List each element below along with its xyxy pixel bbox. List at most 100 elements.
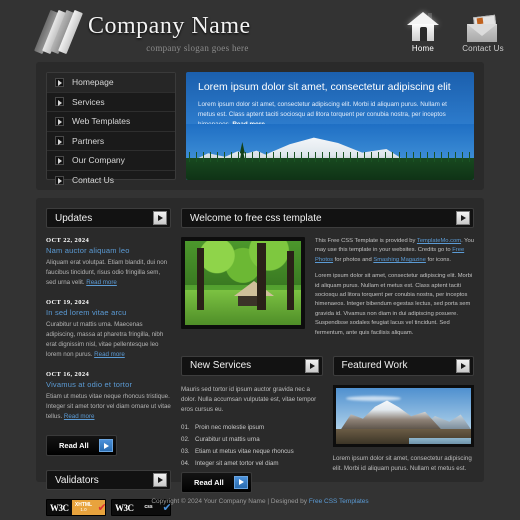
new-services-intro: Mauris sed tortor id ipsum auctor gravid…: [181, 385, 317, 413]
snow-capped-mountain-photo: [332, 384, 474, 447]
updates-more-button[interactable]: [153, 211, 167, 225]
new-services-list: 01. Proin nec molestie ipsum 02. Curabitur…: [181, 422, 323, 470]
menu-item-our-company[interactable]: Our Company: [47, 151, 175, 171]
topnav-item-home[interactable]: Home: [400, 6, 446, 53]
menu-label: Our Company: [72, 155, 125, 166]
update-body: Aliquam erat volutpat. Etiam blandit, du…: [46, 258, 171, 288]
update-date: OCT 16, 2024: [46, 371, 90, 379]
play-arrow-icon: [98, 439, 113, 453]
menu-label: Web Templates: [72, 116, 131, 127]
update-body: Etiam ut metus vitae neque rhoncus trist…: [46, 392, 171, 422]
company-slogan: company slogan goes here: [146, 43, 249, 53]
chevron-right-icon: [55, 77, 64, 87]
smashing-magazine-link[interactable]: Smashing Magazine: [373, 257, 426, 263]
read-all-label: Read All: [194, 477, 224, 487]
left-column: Updates OCT 22, 2024 Nam auctor aliquam …: [46, 208, 171, 517]
update-read-more[interactable]: Read more: [94, 351, 125, 358]
main-menu: Homepage Services Web Templates Partners…: [46, 72, 176, 185]
credit-text-1: This Free CSS Template is provided by: [315, 238, 417, 244]
list-item-text: Curabitur ut mattis urna: [195, 436, 260, 444]
list-item-number: 03.: [181, 448, 190, 456]
chevron-right-icon: [55, 175, 64, 185]
read-all-label: Read All: [59, 441, 89, 451]
green-park-gazebo-photo: [181, 237, 305, 329]
menu-item-partners[interactable]: Partners: [47, 132, 175, 151]
w3c-xhtml-badge[interactable]: W3C XHTML 1.0 ✔: [46, 499, 106, 517]
new-services-header: New Services: [181, 355, 323, 376]
update-item: OCT 19, 2024 In sed lorem vitae arcu Cur…: [46, 299, 171, 360]
updates-header: Updates: [46, 208, 171, 228]
list-item-number: 02.: [181, 436, 190, 444]
lower-columns: New Services Mauris sed tortor id ipsum …: [181, 355, 474, 493]
welcome-more-button[interactable]: [456, 211, 470, 225]
site-header: Company Name company slogan goes here Ho…: [0, 0, 520, 62]
update-title[interactable]: Vivamus at odio et tortor: [46, 380, 171, 389]
featured-work-section: Featured Work Lorem ipsum dolor sit amet…: [332, 355, 474, 493]
w3c-logo: W3C: [47, 500, 72, 516]
badge-kind-bottom: 1.0: [80, 507, 87, 513]
welcome-heading: Welcome to free css template: [190, 212, 322, 224]
update-title[interactable]: In sed lorem vitae arcu: [46, 308, 171, 317]
services-read-all-button[interactable]: Read All: [181, 471, 252, 493]
menu-label: Contact Us: [72, 175, 115, 186]
menu-item-homepage[interactable]: Homepage: [47, 73, 175, 93]
top-section: Homepage Services Web Templates Partners…: [36, 62, 484, 190]
update-date: OCT 19, 2024: [46, 299, 90, 307]
list-item-text: Proin nec molestie ipsum: [195, 424, 265, 432]
validators-header: Validators: [46, 470, 171, 491]
menu-item-web-templates[interactable]: Web Templates: [47, 112, 175, 132]
templatemo-link[interactable]: TemplateMo.com: [417, 238, 461, 244]
list-item-text: Integer sit amet tortor vel diam: [195, 460, 279, 468]
badge-kind: XHTML 1.0: [71, 500, 96, 516]
update-item: OCT 22, 2024 Nam auctor aliquam leo Aliq…: [46, 237, 171, 288]
check-icon: ✔: [95, 500, 105, 516]
w3c-logo: W3C: [112, 500, 137, 516]
update-title[interactable]: Nam auctor aliquam leo: [46, 246, 171, 255]
topnav-item-contact[interactable]: Contact Us: [460, 6, 506, 53]
credit-text-3: for photos and: [333, 256, 374, 263]
featured-work-more-button[interactable]: [456, 358, 470, 373]
credit-text-4: for icons.: [425, 256, 452, 263]
update-date: OCT 22, 2024: [46, 237, 90, 244]
list-item[interactable]: 04. Integer sit amet tortor vel diam: [181, 458, 323, 470]
snow-mountain-forest-photo: [186, 124, 474, 180]
page-root: Company Name company slogan goes here Ho…: [0, 0, 520, 520]
badge-kind-top: css: [144, 504, 153, 511]
menu-item-services[interactable]: Services: [47, 93, 175, 112]
main-section: Updates OCT 22, 2024 Nam auctor aliquam …: [36, 198, 484, 517]
list-item-text: Etiam ut metus vitae neque rhoncus: [195, 448, 294, 456]
welcome-credits: This Free CSS Template is provided by Te…: [315, 237, 474, 265]
chevron-right-icon: [55, 97, 64, 107]
chevron-right-icon: [55, 136, 64, 146]
updates-read-all-button[interactable]: Read All: [46, 435, 117, 457]
play-arrow-icon: [233, 475, 248, 489]
new-services-more-button[interactable]: [304, 358, 319, 373]
list-item[interactable]: 03. Etiam ut metus vitae neque rhoncus: [181, 446, 323, 458]
topnav-label-home: Home: [411, 44, 435, 53]
validators-section: Validators W3C XHTML 1.0 ✔ W3C css ✔: [46, 470, 171, 517]
list-item[interactable]: 01. Proin nec molestie ipsum: [181, 422, 323, 434]
menu-item-contact-us[interactable]: Contact Us: [47, 171, 175, 191]
update-read-more[interactable]: Read more: [64, 413, 95, 420]
envelope-icon: [460, 6, 506, 42]
featured-work-caption: Lorem ipsum dolor sit amet, consectetur …: [332, 454, 472, 472]
menu-label: Homepage: [72, 77, 114, 88]
copyright-text: Copyright © 2024 Your Company Name | Des…: [151, 497, 309, 505]
list-item[interactable]: 02. Curabitur ut mattis urna: [181, 434, 323, 446]
new-services-section: New Services Mauris sed tortor id ipsum …: [181, 355, 323, 493]
company-name: Company Name: [88, 13, 251, 39]
topnav-label-contact: Contact Us: [462, 44, 504, 53]
welcome-body: Lorem ipsum dolor sit amet, consectetur …: [315, 273, 473, 336]
new-services-heading: New Services: [190, 360, 252, 372]
right-column: Welcome to free css template This Free C…: [181, 208, 474, 493]
welcome-text: This Free CSS Template is provided by Te…: [315, 237, 474, 345]
designer-link[interactable]: Free CSS Templates: [309, 498, 369, 505]
chevron-right-icon: [55, 116, 64, 126]
stripes-logo-icon: [34, 8, 83, 56]
update-read-more[interactable]: Read more: [86, 279, 117, 286]
brand[interactable]: Company Name company slogan goes here: [34, 6, 251, 56]
menu-label: Services: [72, 96, 105, 107]
validators-more-button[interactable]: [153, 473, 167, 488]
validators-heading: Validators: [55, 474, 99, 486]
hero-banner: Lorem ipsum dolor sit amet, consectetur …: [186, 72, 474, 180]
